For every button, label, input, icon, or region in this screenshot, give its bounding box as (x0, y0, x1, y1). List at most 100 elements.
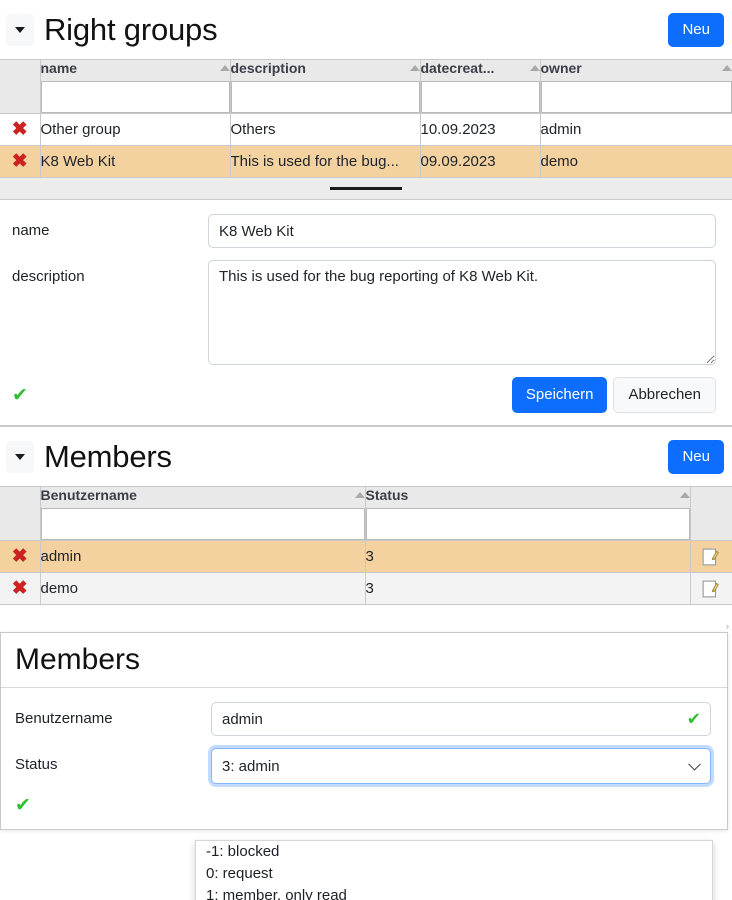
sort-ascending-icon[interactable] (529, 65, 540, 71)
status-dropdown-list[interactable]: -1: blocked 0: request 1: member, only r… (195, 840, 713, 900)
filter-input-owner[interactable] (540, 81, 732, 113)
table-row[interactable]: ✖ Other group Others 10.09.2023 admin (0, 113, 732, 146)
filter-input-datecreated[interactable] (420, 81, 540, 113)
form-row-benutzername: Benutzername ✔ (15, 702, 711, 736)
label-benutzername: Benutzername (15, 710, 113, 727)
table-row[interactable]: ✖ admin 3 (0, 540, 732, 573)
members-panel: Members Neu Benutzername Status ✖ admin … (0, 426, 732, 605)
members-collapse-button[interactable] (6, 440, 34, 473)
members-header: Members Neu (0, 427, 732, 487)
sort-ascending-icon[interactable] (679, 492, 690, 498)
column-header-owner[interactable]: owner (540, 60, 732, 114)
header-edit-blank (690, 487, 732, 541)
column-label: owner (540, 60, 582, 76)
dropdown-option[interactable]: 1: member, only read (196, 885, 712, 900)
cell-owner: admin (540, 113, 732, 146)
cell-username: admin (40, 540, 366, 573)
column-header-name[interactable]: name (40, 60, 231, 114)
group-edit-form: name description This is used for the bu… (0, 200, 732, 425)
label-description: description (12, 268, 85, 285)
x-icon[interactable]: ✖ (12, 120, 28, 139)
label-name: name (12, 222, 50, 239)
cell-status: 3 (365, 572, 691, 605)
cell-username: demo (40, 572, 366, 605)
label-status: Status (15, 756, 58, 773)
table-row[interactable]: ✖ demo 3 (0, 572, 732, 605)
status-select[interactable]: 3: admin (211, 748, 711, 784)
right-groups-collapse-button[interactable] (6, 13, 34, 46)
save-button[interactable]: Speichern (511, 377, 608, 413)
column-label: description (230, 60, 306, 76)
splitter-handle-icon (330, 187, 402, 190)
pencil-icon[interactable] (702, 548, 720, 566)
dialog-title: Members (15, 643, 141, 676)
cell-status: 3 (365, 540, 691, 573)
form-row-name: name (12, 214, 716, 248)
filter-input-benutzername[interactable] (40, 508, 365, 540)
column-header-status[interactable]: Status (365, 487, 691, 541)
delete-row-button[interactable]: ✖ (0, 572, 41, 605)
cell-datecreated: 09.09.2023 (420, 145, 541, 178)
members-header-row: Benutzername Status (0, 487, 732, 541)
dropdown-option[interactable]: 0: request (196, 863, 712, 885)
sort-ascending-icon[interactable] (722, 65, 732, 71)
edit-row-button[interactable] (690, 572, 732, 605)
dialog-body: Benutzername ✔ Status 3: admin ✔ -1: blo… (1, 688, 727, 900)
column-header-benutzername[interactable]: Benutzername (40, 487, 366, 541)
cancel-button[interactable]: Abbrechen (613, 377, 716, 413)
cell-owner: demo (540, 145, 732, 178)
dialog-footer: ✔ (15, 796, 711, 815)
sort-ascending-icon[interactable] (409, 65, 420, 71)
x-icon[interactable]: ✖ (12, 579, 28, 598)
sort-ascending-icon[interactable] (354, 492, 365, 498)
cell-description: This is used for the bug... (230, 145, 421, 178)
member-edit-dialog: Members Benutzername ✔ Status 3: admin ✔ (0, 632, 728, 900)
column-header-datecreated[interactable]: datecreat... (420, 60, 541, 114)
right-groups-table: name description datecreat... owner ✖ Ot… (0, 60, 732, 178)
column-label: datecreat... (420, 60, 495, 76)
group-form-footer: ✔ Speichern Abbrechen (12, 377, 716, 413)
cell-datecreated: 10.09.2023 (420, 113, 541, 146)
green-check-icon: ✔ (15, 795, 31, 816)
column-label: Benutzername (40, 487, 137, 503)
cell-description: Others (230, 113, 421, 146)
caret-down-icon (15, 26, 25, 33)
scroll-edge-marker: › (726, 621, 729, 631)
green-check-icon: ✔ (12, 384, 28, 406)
caret-down-icon (15, 453, 25, 460)
form-row-description: description This is used for the bug rep… (12, 260, 716, 365)
delete-row-button[interactable]: ✖ (0, 540, 41, 573)
right-groups-new-button[interactable]: Neu (668, 12, 724, 47)
filter-input-name[interactable] (40, 81, 230, 113)
filter-input-status[interactable] (365, 508, 690, 540)
x-icon[interactable]: ✖ (12, 152, 28, 171)
column-label: name (40, 60, 78, 76)
benutzername-field[interactable] (211, 702, 711, 736)
column-header-description[interactable]: description (230, 60, 421, 114)
members-title: Members (44, 438, 172, 474)
sort-ascending-icon[interactable] (219, 65, 230, 71)
page-title: Right groups (44, 11, 218, 47)
filter-input-description[interactable] (230, 81, 420, 113)
name-field[interactable] (208, 214, 716, 248)
pencil-icon[interactable] (702, 580, 720, 598)
dropdown-option[interactable]: -1: blocked (196, 841, 712, 863)
description-field[interactable]: This is used for the bug reporting of K8… (208, 260, 716, 365)
right-groups-panel: Right groups Neu name description datecr… (0, 0, 732, 426)
form-row-status: Status 3: admin (15, 748, 711, 784)
edit-row-button[interactable] (690, 540, 732, 573)
grid-resize-splitter[interactable] (0, 178, 732, 200)
cell-name: K8 Web Kit (40, 145, 231, 178)
delete-row-button[interactable]: ✖ (0, 113, 41, 146)
delete-row-button[interactable]: ✖ (0, 145, 41, 178)
right-groups-header: Right groups Neu (0, 0, 732, 60)
table-row[interactable]: ✖ K8 Web Kit This is used for the bug...… (0, 145, 732, 178)
dialog-header: Members (1, 633, 727, 688)
status-select-value: 3: admin (222, 757, 280, 775)
right-groups-header-row: name description datecreat... owner (0, 60, 732, 114)
x-icon[interactable]: ✖ (12, 547, 28, 566)
members-new-button[interactable]: Neu (668, 439, 724, 474)
green-check-icon: ✔ (686, 709, 701, 729)
chevron-down-icon (688, 757, 701, 771)
app-root: Right groups Neu name description datecr… (0, 0, 732, 900)
